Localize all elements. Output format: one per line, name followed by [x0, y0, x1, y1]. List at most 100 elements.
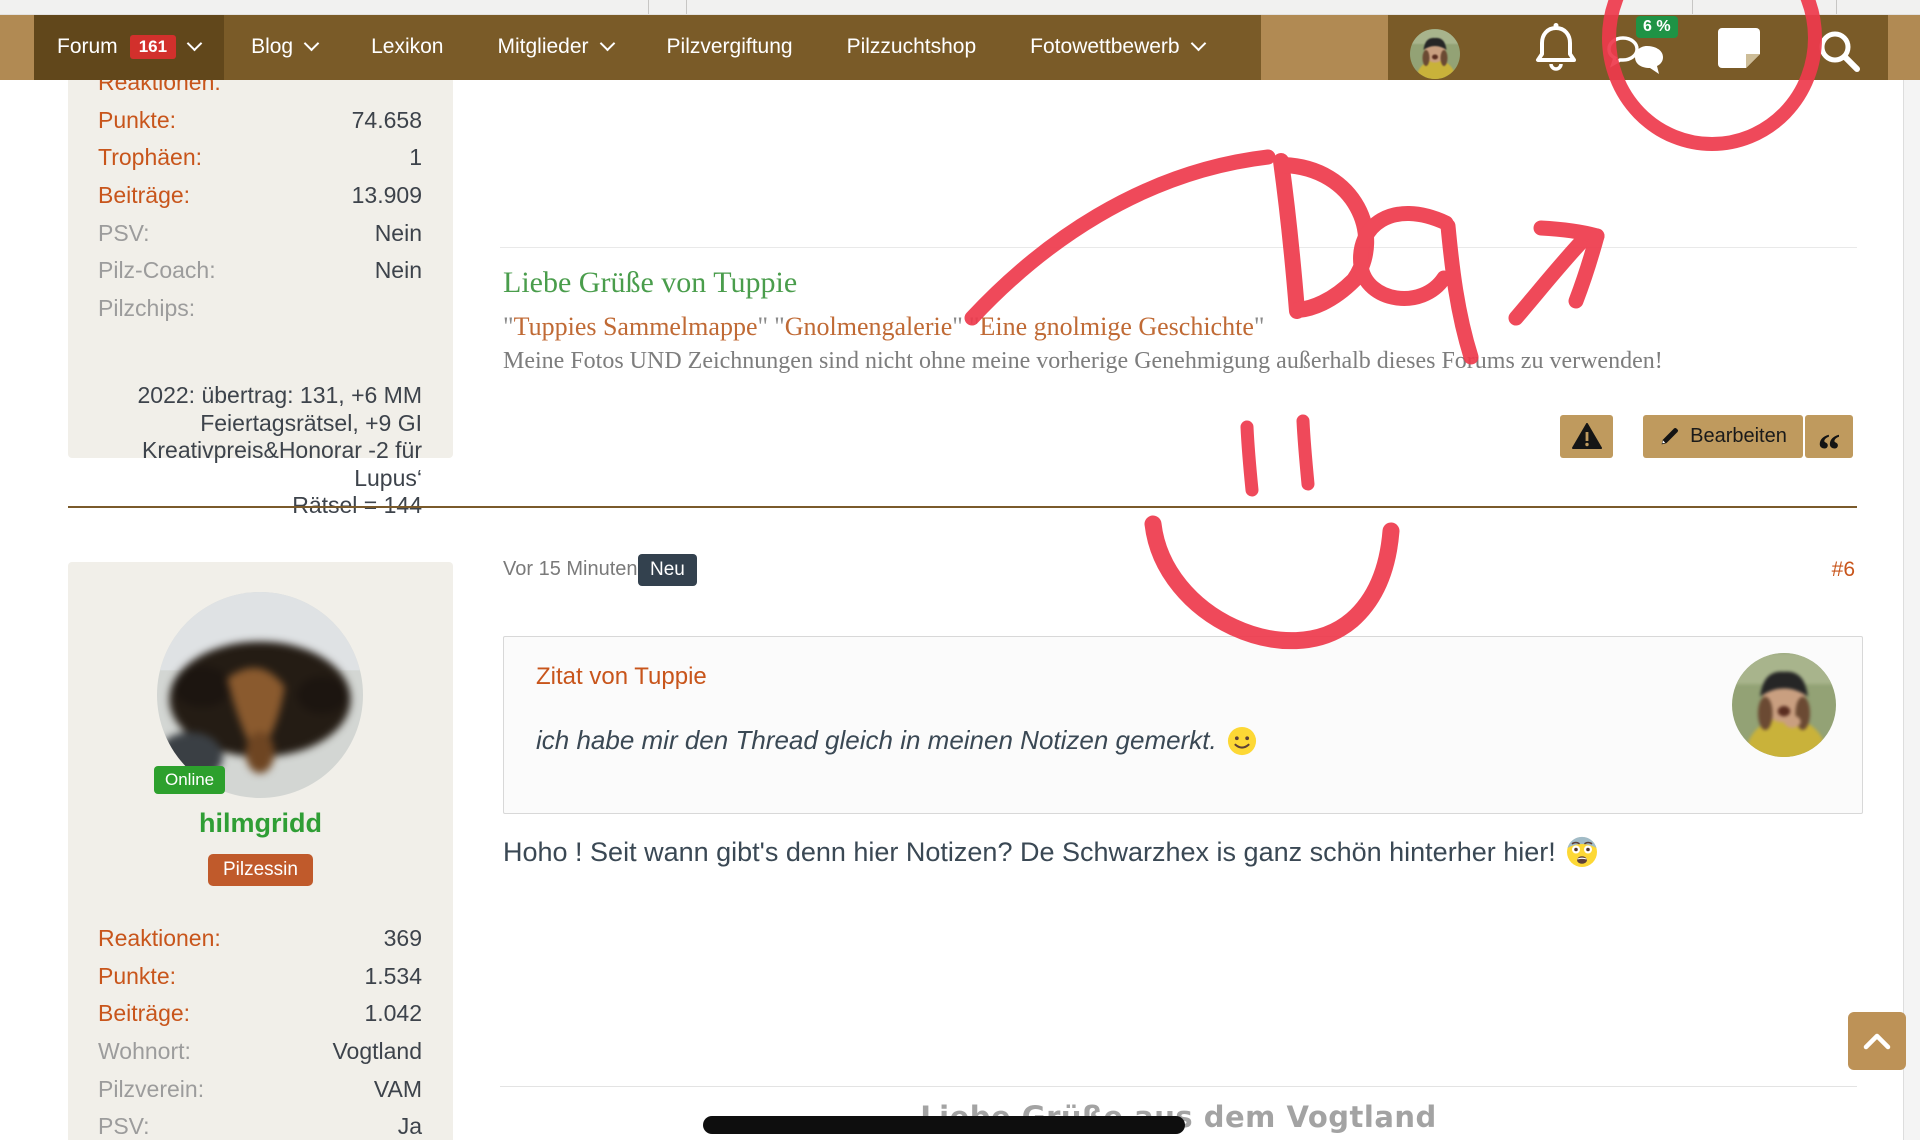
storage-percent-badge: 6 %: [1636, 16, 1678, 38]
stat-label[interactable]: Beiträge:: [98, 182, 190, 209]
strip-divider: [1836, 0, 1837, 14]
strip-divider: [648, 0, 649, 14]
nav-item[interactable]: Blog: [224, 14, 344, 80]
notes-button[interactable]: [1714, 26, 1764, 77]
user-rank: Pilzessin: [68, 854, 453, 886]
stat-row: PSV: Ja: [68, 1108, 453, 1140]
chevron-down-icon: [304, 36, 320, 52]
tuppie-avatar-image: [1410, 29, 1460, 79]
profile-avatar-button[interactable]: [1410, 29, 1460, 79]
chevron-down-icon: [1190, 36, 1206, 52]
stat-label[interactable]: Punkte:: [98, 963, 176, 990]
nav-item-label: Pilzvergiftung: [667, 35, 793, 59]
signature-link[interactable]: Eine gnolmige Geschichte: [969, 312, 1265, 341]
post-timestamp: Vor 15 Minuten: [503, 558, 638, 581]
slight-smile-emoji: [1227, 726, 1257, 756]
pilzchips-line: Kreativpreis&Honorar -2 für Lupus‘: [68, 437, 422, 492]
pilzchips-line: 2022: übertrag: 131, +6 MM: [68, 382, 422, 410]
quote-box: Zitat von Tuppie ich habe mir den Thread…: [503, 636, 1863, 814]
post-separator: [68, 506, 1857, 508]
stat-value: Vogtland: [332, 1038, 422, 1065]
signature-greeting: Liebe Grüße von Tuppie: [503, 266, 797, 300]
stat-row: Beiträge: 1.042: [68, 995, 453, 1033]
nav-spacer: [1261, 14, 1388, 80]
stat-label[interactable]: Reaktionen:: [98, 925, 221, 952]
nav-item[interactable]: Forum 161: [34, 14, 224, 80]
note-page-icon: [1714, 26, 1764, 72]
stat-label: Pilz-Coach:: [98, 257, 216, 284]
fearful-emoji: [1566, 836, 1598, 868]
stat-label[interactable]: Punkte:: [98, 107, 176, 134]
nav-item[interactable]: Fotowettbewerb: [1003, 14, 1230, 80]
tuppie-avatar-image: [1732, 653, 1836, 757]
main-nav: Forum 161 Blog Lexikon Mitglie: [0, 14, 1920, 80]
stat-row: Punkte: 74.658: [68, 102, 453, 140]
stat-value: 74.658: [352, 107, 422, 134]
chat-bubbles-icon: [1607, 36, 1665, 76]
search-button[interactable]: [1816, 28, 1862, 79]
nav-item-label: Lexikon: [371, 35, 443, 59]
edit-button[interactable]: Bearbeiten: [1643, 415, 1803, 458]
nav-item[interactable]: Pilzzuchtshop: [820, 14, 1004, 80]
stat-value: 1.534: [364, 963, 422, 990]
nav-item-label: Fotowettbewerb: [1030, 35, 1179, 59]
conversations-button[interactable]: [1607, 36, 1665, 81]
post-body-text: Hoho ! Seit wann gibt's denn hier Notize…: [503, 837, 1556, 868]
strip-divider: [1692, 0, 1693, 14]
stat-value: 13.909: [352, 182, 422, 209]
nav-item[interactable]: Lexikon: [344, 14, 470, 80]
quote-button[interactable]: “: [1805, 415, 1853, 458]
signature-disclaimer: Meine Fotos UND Zeichnungen sind nicht o…: [503, 348, 1663, 375]
signature-link[interactable]: Tuppies Sammelmappe: [503, 312, 768, 341]
pilzchips-details: 2022: übertrag: 131, +6 MMFeiertagsrätse…: [68, 382, 453, 520]
stat-value: VAM: [374, 1076, 422, 1103]
quoted-text: ich habe mir den Thread gleich in meinen…: [536, 725, 1217, 756]
post-number-link[interactable]: #6: [1760, 558, 1855, 582]
stat-row: Pilz-Coach: Nein: [68, 252, 453, 290]
signature-link[interactable]: Gnolmengalerie: [774, 312, 963, 341]
stat-label: PSV:: [98, 220, 150, 247]
stat-row: Pilzverein: VAM: [68, 1070, 453, 1108]
signature-divider: [500, 247, 1857, 248]
rank-badge: Pilzessin: [208, 854, 313, 886]
scrollbar-track[interactable]: [1903, 80, 1920, 1140]
warning-triangle-icon: [1572, 423, 1602, 450]
stat-value: Nein: [375, 220, 422, 247]
forum-page: Reaktionen: Punkte: 74.658 Trophäen: 1 B…: [0, 0, 1920, 1140]
browser-edge-strip: [0, 0, 1920, 15]
nav-spacer: [0, 14, 34, 80]
stat-value: Ja: [398, 1113, 422, 1140]
author-stats-panel-top: Reaktionen: Punkte: 74.658 Trophäen: 1 B…: [68, 62, 453, 458]
username-link[interactable]: hilmgridd: [68, 808, 453, 839]
pencil-icon: [1659, 426, 1680, 447]
stat-label[interactable]: Beiträge:: [98, 1000, 190, 1027]
quote-source-link[interactable]: Zitat von Tuppie: [536, 663, 707, 691]
redaction-marker: [703, 1116, 1185, 1134]
stat-value: 369: [384, 925, 422, 952]
nav-spacer: [1888, 14, 1920, 80]
stat-label: Pilzchips:: [98, 295, 195, 322]
stat-row: Reaktionen: 369: [68, 920, 453, 958]
stat-row: Pilzchips:: [68, 290, 453, 328]
search-icon: [1816, 28, 1862, 74]
nav-item[interactable]: Mitglieder: [470, 14, 639, 80]
stat-label: PSV:: [98, 1113, 150, 1140]
scroll-to-top-button[interactable]: [1848, 1012, 1906, 1070]
stat-label: Wohnort:: [98, 1038, 191, 1065]
signature-links: Tuppies SammelmappeGnolmengalerieEine gn…: [503, 312, 1270, 342]
quote-author-avatar[interactable]: [1732, 653, 1836, 757]
forum-count-badge: 161: [130, 35, 176, 60]
stat-row: Wohnort: Vogtland: [68, 1033, 453, 1071]
online-badge: Online: [154, 766, 225, 794]
chevron-up-icon: [1862, 1032, 1892, 1050]
nav-item-label: Mitglieder: [497, 35, 588, 59]
stat-label[interactable]: Trophäen:: [98, 144, 202, 171]
notifications-button[interactable]: [1533, 22, 1579, 79]
new-badge: Neu: [638, 554, 697, 586]
stat-row: Beiträge: 13.909: [68, 177, 453, 215]
nav-item-label: Blog: [251, 35, 293, 59]
stat-value: Nein: [375, 257, 422, 284]
report-button[interactable]: [1560, 415, 1613, 458]
stat-value: 1: [409, 144, 422, 171]
nav-item[interactable]: Pilzvergiftung: [640, 14, 820, 80]
